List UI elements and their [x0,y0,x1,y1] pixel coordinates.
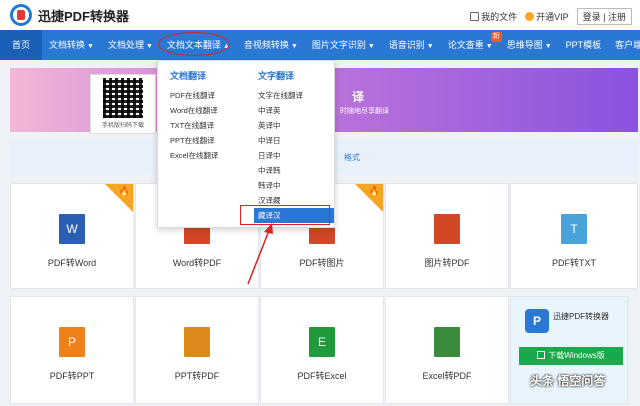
tool-pdf-to-word[interactable]: 🔥 W PDF转Word [10,183,134,289]
doc-translate-heading: 文档翻译 [170,71,207,81]
nav-item-av-convert[interactable]: 音视频转换 ▼ [237,30,305,60]
word-icon: W [59,214,85,244]
pdf-icon [434,214,460,244]
text-translate-column: 文字翻译 文字在线翻译 中译英 英译中 中译日 日译中 中译韩 韩译中 汉译藏 … [254,69,334,223]
qr-code-card: 手机版扫码下载 [90,74,156,134]
tool-ppt-to-pdf[interactable]: PPT转PDF [135,296,259,404]
tool-pdf-to-excel[interactable]: E PDF转Excel [260,296,384,404]
banner-headline: 译 [352,90,365,104]
tool-pdf-to-ppt[interactable]: P PDF转PPT [10,296,134,404]
chevron-down-icon: ▼ [290,43,298,50]
document-icon [470,12,480,21]
chevron-down-icon: ▼ [87,43,94,50]
format-bar-text: 格式 [344,153,360,162]
logo-text: 迅捷PDF转换器 [38,8,130,24]
tool-excel-to-pdf[interactable]: Excel转PDF [385,296,509,404]
my-files-link[interactable]: 我的文件 [470,10,517,23]
chevron-down-icon: ▼ [544,43,552,50]
red-box-annotation [240,205,330,225]
text-translate-heading: 文字翻译 [258,71,295,81]
nav-item-ppt-template[interactable]: PPT模板 [559,30,609,60]
tool-label: PPT转PDF [174,371,220,381]
top-header: 迅捷PDF转换器 我的文件 开通VIP 登录 | 注册 [0,0,640,30]
tool-label: PDF转Excel [297,371,347,381]
page: 迅捷PDF转换器 我的文件 开通VIP 登录 | 注册 首页 文档转换 ▼ 文档处… [0,0,640,406]
menu-item-pdf-translate[interactable]: PDF在线翻译 [170,88,218,103]
open-vip-link[interactable]: 开通VIP [525,10,569,23]
auth-box: 登录 | 注册 [576,8,632,25]
red-circle-annotation [158,32,230,56]
tool-image-to-pdf[interactable]: 图片转PDF [385,183,509,289]
menu-item-zh-en[interactable]: 中译英 [258,103,334,118]
nav-item-doc-convert[interactable]: 文档转换 ▼ [42,30,101,60]
nav-item-plagiarism[interactable]: 论文查重 ▼ 新 [441,30,502,60]
chevron-down-icon: ▼ [426,43,434,50]
nav-item-speech[interactable]: 语音识别 ▼ [382,30,441,60]
nav-item-home[interactable]: 首页 [0,30,43,60]
chevron-down-icon: ▼ [485,43,493,50]
menu-item-ja-zh[interactable]: 日译中 [258,148,334,163]
translate-dropdown: 文档翻译 PDF在线翻译 Word在线翻译 TXT在线翻译 PPT在线翻译 Ex… [157,60,335,228]
app-logo-icon: P [525,309,549,333]
windows-icon [537,351,546,359]
download-windows-button[interactable]: 下载Windows版 [519,347,623,365]
auth-separator: | [603,12,606,22]
tool-label: PDF转Word [47,258,97,268]
watermark: 头条 悟空问答 [530,374,606,388]
qr-code-icon [103,78,143,118]
menu-item-ko-zh[interactable]: 韩译中 [258,178,334,193]
chevron-down-icon: ▼ [367,43,375,50]
tool-label: 图片转PDF [424,258,470,268]
banner-subline: 时随地尽享翻译 [340,108,389,115]
ppt-icon: P [59,327,85,357]
fire-icon: 🔥 [118,186,130,196]
register-link[interactable]: 注册 [608,12,626,22]
menu-item-zh-ja[interactable]: 中译日 [258,133,334,148]
tool-pdf-to-txt[interactable]: T PDF转TXT [510,183,638,289]
login-link[interactable]: 登录 [583,12,601,22]
txt-icon: T [561,214,587,244]
download-title: 迅捷PDF转换器 [553,312,609,321]
tool-label: PDF转TXT [552,258,596,268]
menu-item-zh-ko[interactable]: 中译韩 [258,163,334,178]
menu-item-text-translate[interactable]: 文字在线翻译 [258,88,334,103]
doc-translate-column: 文档翻译 PDF在线翻译 Word在线翻译 TXT在线翻译 PPT在线翻译 Ex… [170,69,218,163]
nav-item-doc-process[interactable]: 文档处理 ▼ [101,30,160,60]
nav-item-ocr[interactable]: 图片文字识别 ▼ [305,30,382,60]
logo-icon [10,4,32,26]
nav-item-client[interactable]: 客户端▼ [608,30,640,60]
menu-item-txt-translate[interactable]: TXT在线翻译 [170,118,218,133]
excel-icon: E [309,327,335,357]
menu-item-ppt-translate[interactable]: PPT在线翻译 [170,133,218,148]
fire-icon: 🔥 [368,186,380,196]
tool-label: Excel转PDF [422,371,472,381]
tool-label: PDF转图片 [299,258,345,268]
tool-label: Word转PDF [172,258,222,268]
menu-item-en-zh[interactable]: 英译中 [258,118,334,133]
qr-caption: 手机版扫码下载 [101,123,144,129]
excel-icon [434,327,460,357]
tool-label: PDF转PPT [49,371,95,381]
ppt-icon [184,327,210,357]
menu-item-word-translate[interactable]: Word在线翻译 [170,103,218,118]
vip-icon [525,12,535,21]
main-nav: 首页 文档转换 ▼ 文档处理 ▼ 文档文本翻译 ▲ 音视频转换 ▼ 图片文字识别 ▼ 语音… [0,30,640,60]
nav-item-mindmap[interactable]: 思维导图 ▼ [500,30,559,60]
chevron-down-icon: ▼ [145,43,153,50]
top-right-links: 我的文件 开通VIP 登录 | 注册 [470,8,632,25]
site-logo[interactable]: 迅捷PDF转换器 [10,4,129,26]
menu-item-excel-translate[interactable]: Excel在线翻译 [170,148,218,163]
